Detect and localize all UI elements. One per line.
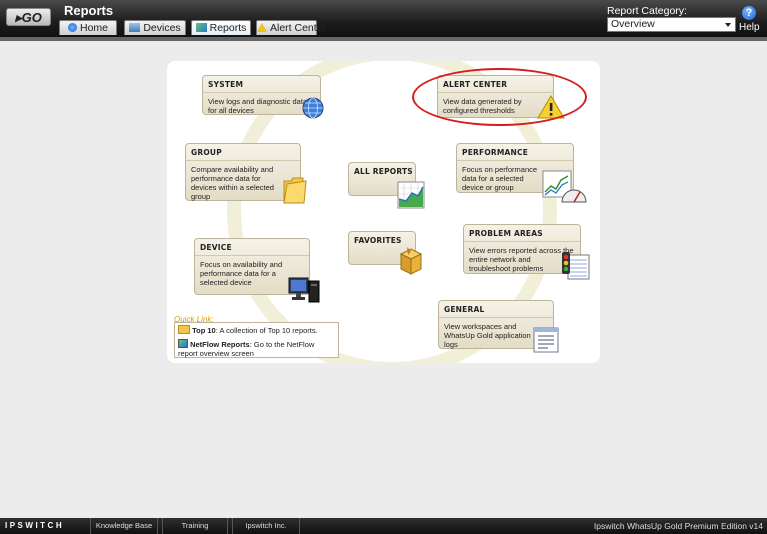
card-problem-areas-desc: View errors reported across the entire n… xyxy=(469,246,574,273)
tab-devices-label: Devices xyxy=(143,22,181,34)
tab-alert-center-label: Alert Center xyxy=(270,22,327,34)
home-icon xyxy=(67,23,77,32)
quick-link-netflow[interactable]: NetFlow Reports: Go to the NetFlow repor… xyxy=(178,339,335,358)
page-title: Reports xyxy=(64,3,114,18)
footer-bar: IPSWITCH Knowledge Base Training Ipswitc… xyxy=(0,518,767,534)
quick-link-box: Top 10: A collection of Top 10 reports. … xyxy=(174,322,339,358)
netflow-link[interactable]: NetFlow Reports xyxy=(190,340,250,349)
reports-icon xyxy=(195,23,207,32)
globe-icon xyxy=(302,97,324,119)
card-problem-areas-title: PROBLEM AREAS xyxy=(469,229,543,238)
document-icon xyxy=(533,327,559,353)
footer-link-ipswitch-inc[interactable]: Ipswitch Inc. xyxy=(232,518,300,534)
chevron-down-icon xyxy=(725,23,731,27)
top-toolbar: ▸GO Reports Home Devices Reports Alert C… xyxy=(0,0,767,37)
card-performance-desc: Focus on performance data for a selected… xyxy=(462,165,538,192)
traffic-light-icon xyxy=(562,252,590,280)
card-group-desc: Compare availability and performance dat… xyxy=(191,165,274,201)
header-divider xyxy=(0,37,767,41)
report-category-label: Report Category: xyxy=(607,5,687,17)
gauge-icon xyxy=(542,170,587,203)
tab-reports-label: Reports xyxy=(209,22,247,34)
tab-home[interactable]: Home xyxy=(59,20,117,35)
card-all-reports-title: ALL REPORTS xyxy=(354,167,413,176)
help-icon[interactable]: ? xyxy=(742,6,756,20)
edition-label: Ipswitch WhatsUp Gold Premium Edition v1… xyxy=(593,521,763,531)
top10-link[interactable]: Top 10 xyxy=(192,326,216,335)
quick-link-top10[interactable]: Top 10: A collection of Top 10 reports. xyxy=(178,325,335,335)
card-system-desc: View logs and diagnostic data for all de… xyxy=(208,97,308,115)
card-device-title: DEVICE xyxy=(200,243,232,252)
ipswitch-logo: IPSWITCH xyxy=(5,521,65,530)
computer-icon xyxy=(288,277,320,303)
tab-reports[interactable]: Reports xyxy=(191,20,251,35)
highlight-circle xyxy=(412,68,587,126)
chart-icon xyxy=(397,181,425,209)
footer-link-training[interactable]: Training xyxy=(162,518,228,534)
top10-desc: : A collection of Top 10 reports. xyxy=(215,326,318,335)
card-general-title: GENERAL xyxy=(444,305,485,314)
tab-alert-center[interactable]: Alert Center xyxy=(256,20,326,35)
reports-icon xyxy=(178,339,188,348)
folder-icon xyxy=(178,325,190,334)
box-icon xyxy=(399,247,423,275)
footer-link-knowledge-base[interactable]: Knowledge Base xyxy=(90,518,158,534)
card-device-desc: Focus on availability and performance da… xyxy=(200,260,283,287)
help-label[interactable]: Help xyxy=(739,22,760,33)
card-group-title: GROUP xyxy=(191,148,222,157)
card-system-title: SYSTEM xyxy=(208,80,244,89)
folder-icon xyxy=(283,177,307,204)
go-button[interactable]: ▸GO xyxy=(6,8,51,26)
report-category-value: Overview xyxy=(611,18,655,30)
card-general-desc: View workspaces and WhatsUp Gold applica… xyxy=(444,322,531,349)
alert-icon xyxy=(257,23,267,32)
devices-icon xyxy=(129,23,141,32)
tab-home-label: Home xyxy=(79,22,108,34)
card-performance-title: PERFORMANCE xyxy=(462,148,529,157)
tab-devices[interactable]: Devices xyxy=(124,20,186,35)
report-category-select[interactable]: Overview xyxy=(607,17,736,32)
